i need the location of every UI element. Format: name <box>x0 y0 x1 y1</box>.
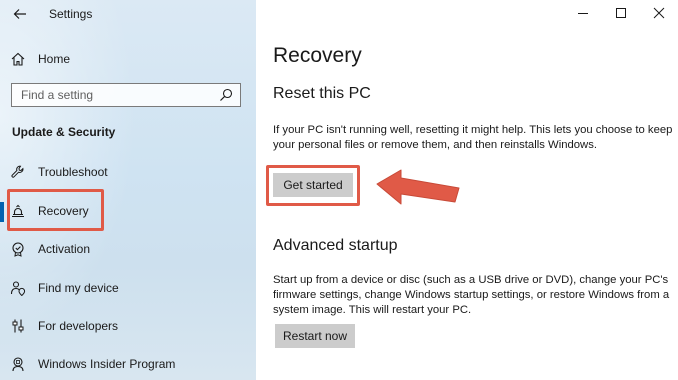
sidebar-item-activation[interactable]: Activation <box>10 237 240 261</box>
advanced-startup-heading: Advanced startup <box>273 237 398 254</box>
search-icon[interactable] <box>219 88 233 102</box>
wrench-icon <box>11 165 24 178</box>
maximize-icon <box>616 8 626 18</box>
sidebar-item-windows-insider[interactable]: Windows Insider Program <box>10 352 240 376</box>
person-location-icon <box>10 281 26 296</box>
search-input[interactable] <box>12 84 221 106</box>
sidebar: Settings Home Update & Security Troubles… <box>0 0 256 380</box>
advanced-startup-description: Start up from a device or disc (such as … <box>273 274 670 316</box>
reset-description: If your PC isn't running well, resetting… <box>273 124 673 151</box>
reset-heading: Reset this PC <box>273 85 371 102</box>
sidebar-item-label: For developers <box>38 319 119 333</box>
minimize-button[interactable] <box>564 0 602 26</box>
search-box[interactable] <box>11 83 241 107</box>
recovery-highlight-box <box>7 189 104 231</box>
sidebar-item-for-developers[interactable]: For developers <box>10 314 240 338</box>
title-bar: Settings <box>0 0 256 28</box>
restart-now-button[interactable]: Restart now <box>275 324 355 348</box>
sidebar-item-label: Activation <box>38 242 91 256</box>
annotation-arrow-icon <box>376 169 460 205</box>
home-icon <box>11 52 25 66</box>
app-title: Settings <box>49 7 93 21</box>
main-content: Recovery Reset this PC If your PC isn't … <box>256 0 678 380</box>
sidebar-item-label: Find my device <box>38 281 119 295</box>
selection-indicator <box>0 202 4 222</box>
page-title: Recovery <box>273 44 362 67</box>
close-button[interactable] <box>640 0 678 26</box>
sidebar-item-troubleshoot[interactable]: Troubleshoot <box>10 160 240 184</box>
insider-icon <box>12 357 24 372</box>
developer-sliders-icon <box>12 319 24 333</box>
sidebar-item-home[interactable]: Home <box>10 48 240 70</box>
sidebar-item-label: Troubleshoot <box>38 165 108 179</box>
back-arrow-icon[interactable] <box>12 6 28 22</box>
sidebar-item-label: Windows Insider Program <box>38 357 176 371</box>
get-started-button[interactable]: Get started <box>273 173 353 197</box>
section-heading: Update & Security <box>12 125 116 139</box>
maximize-button[interactable] <box>602 0 640 26</box>
sidebar-item-label: Home <box>38 52 71 66</box>
sidebar-item-find-my-device[interactable]: Find my device <box>10 276 240 300</box>
close-icon <box>653 7 665 19</box>
window-controls <box>564 0 678 26</box>
activation-icon <box>12 242 24 257</box>
minimize-icon <box>578 13 588 14</box>
